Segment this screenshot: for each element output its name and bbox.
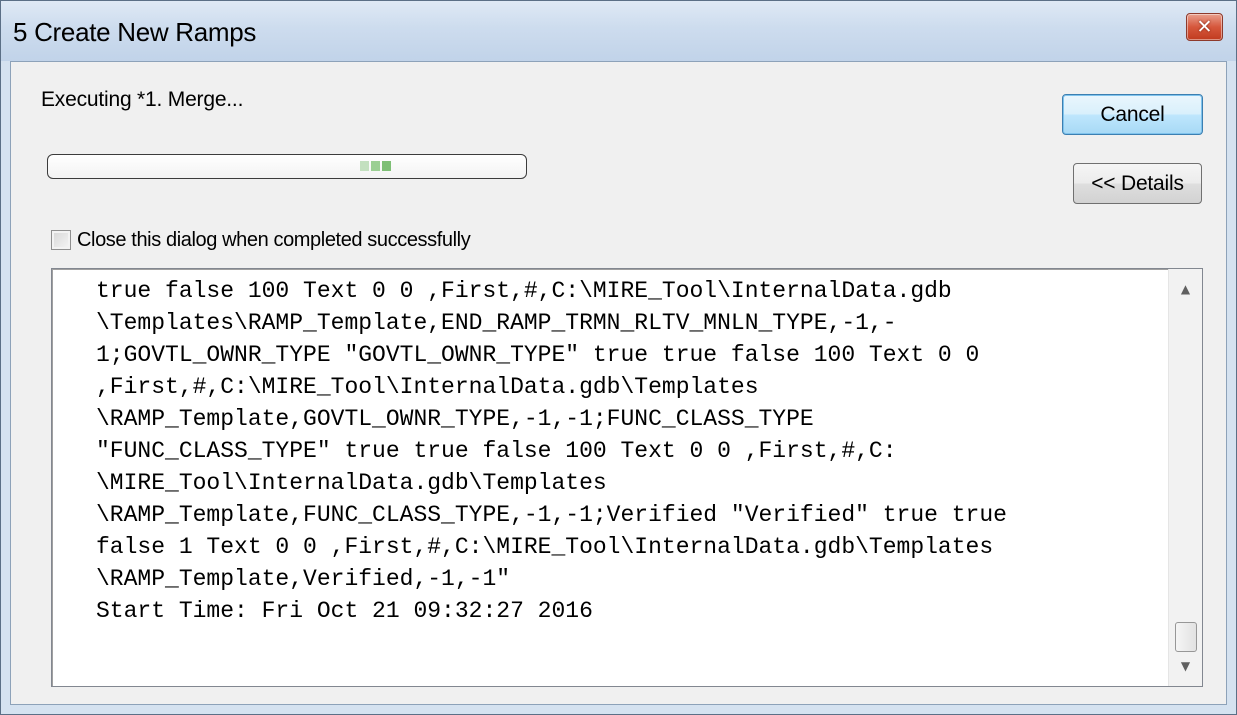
progress-segment (360, 161, 369, 171)
log-line: \RAMP_Template,FUNC_CLASS_TYPE,-1,-1;Ver… (96, 502, 1007, 528)
log-line: ,First,#,C:\MIRE_Tool\InternalData.gdb\T… (96, 374, 759, 400)
close-icon: ✕ (1196, 16, 1213, 38)
log-line: \MIRE_Tool\InternalData.gdb\Templates (96, 470, 607, 496)
dialog-body: Executing *1. Merge... Cancel << Details… (10, 61, 1227, 705)
scroll-down-arrow-icon[interactable]: ▼ (1169, 650, 1202, 682)
create-new-ramps-dialog: 5 Create New Ramps ✕ Executing *1. Merge… (0, 0, 1237, 715)
scroll-up-arrow-icon[interactable]: ▲ (1169, 273, 1202, 305)
cancel-button[interactable]: Cancel (1062, 94, 1203, 135)
progress-segment (382, 161, 391, 171)
window-title: 5 Create New Ramps (13, 17, 257, 47)
close-on-complete-label[interactable]: Close this dialog when completed success… (77, 229, 471, 252)
log-line: 1;GOVTL_OWNR_TYPE "GOVTL_OWNR_TYPE" true… (96, 342, 980, 368)
log-line: false 1 Text 0 0 ,First,#,C:\MIRE_Tool\I… (96, 534, 994, 560)
progress-bar (47, 154, 527, 179)
scroll-thumb[interactable] (1175, 622, 1197, 652)
status-message: Executing *1. Merge... (41, 88, 244, 111)
log-line: \RAMP_Template,GOVTL_OWNR_TYPE,-1,-1;FUN… (96, 406, 814, 432)
close-on-complete-checkbox[interactable] (51, 230, 71, 250)
title-bar[interactable]: 5 Create New Ramps ✕ (1, 1, 1236, 61)
log-line: \RAMP_Template,Verified,-1,-1" (96, 566, 511, 592)
close-button[interactable]: ✕ (1186, 13, 1223, 41)
log-line: "FUNC_CLASS_TYPE" true true false 100 Te… (96, 438, 897, 464)
log-line: true false 100 Text 0 0 ,First,#,C:\MIRE… (96, 278, 952, 304)
log-text: true false 100 Text 0 0 ,First,#,C:\MIRE… (96, 275, 1171, 627)
message-log[interactable]: true false 100 Text 0 0 ,First,#,C:\MIRE… (51, 268, 1203, 687)
close-on-complete-option[interactable]: Close this dialog when completed success… (51, 226, 471, 254)
vertical-scrollbar[interactable]: ▲ ▼ (1168, 269, 1202, 686)
progress-segment (371, 161, 380, 171)
log-line: \Templates\RAMP_Template,END_RAMP_TRMN_R… (96, 310, 897, 336)
details-toggle-button[interactable]: << Details (1073, 163, 1202, 204)
log-line: Start Time: Fri Oct 21 09:32:27 2016 (96, 598, 593, 624)
